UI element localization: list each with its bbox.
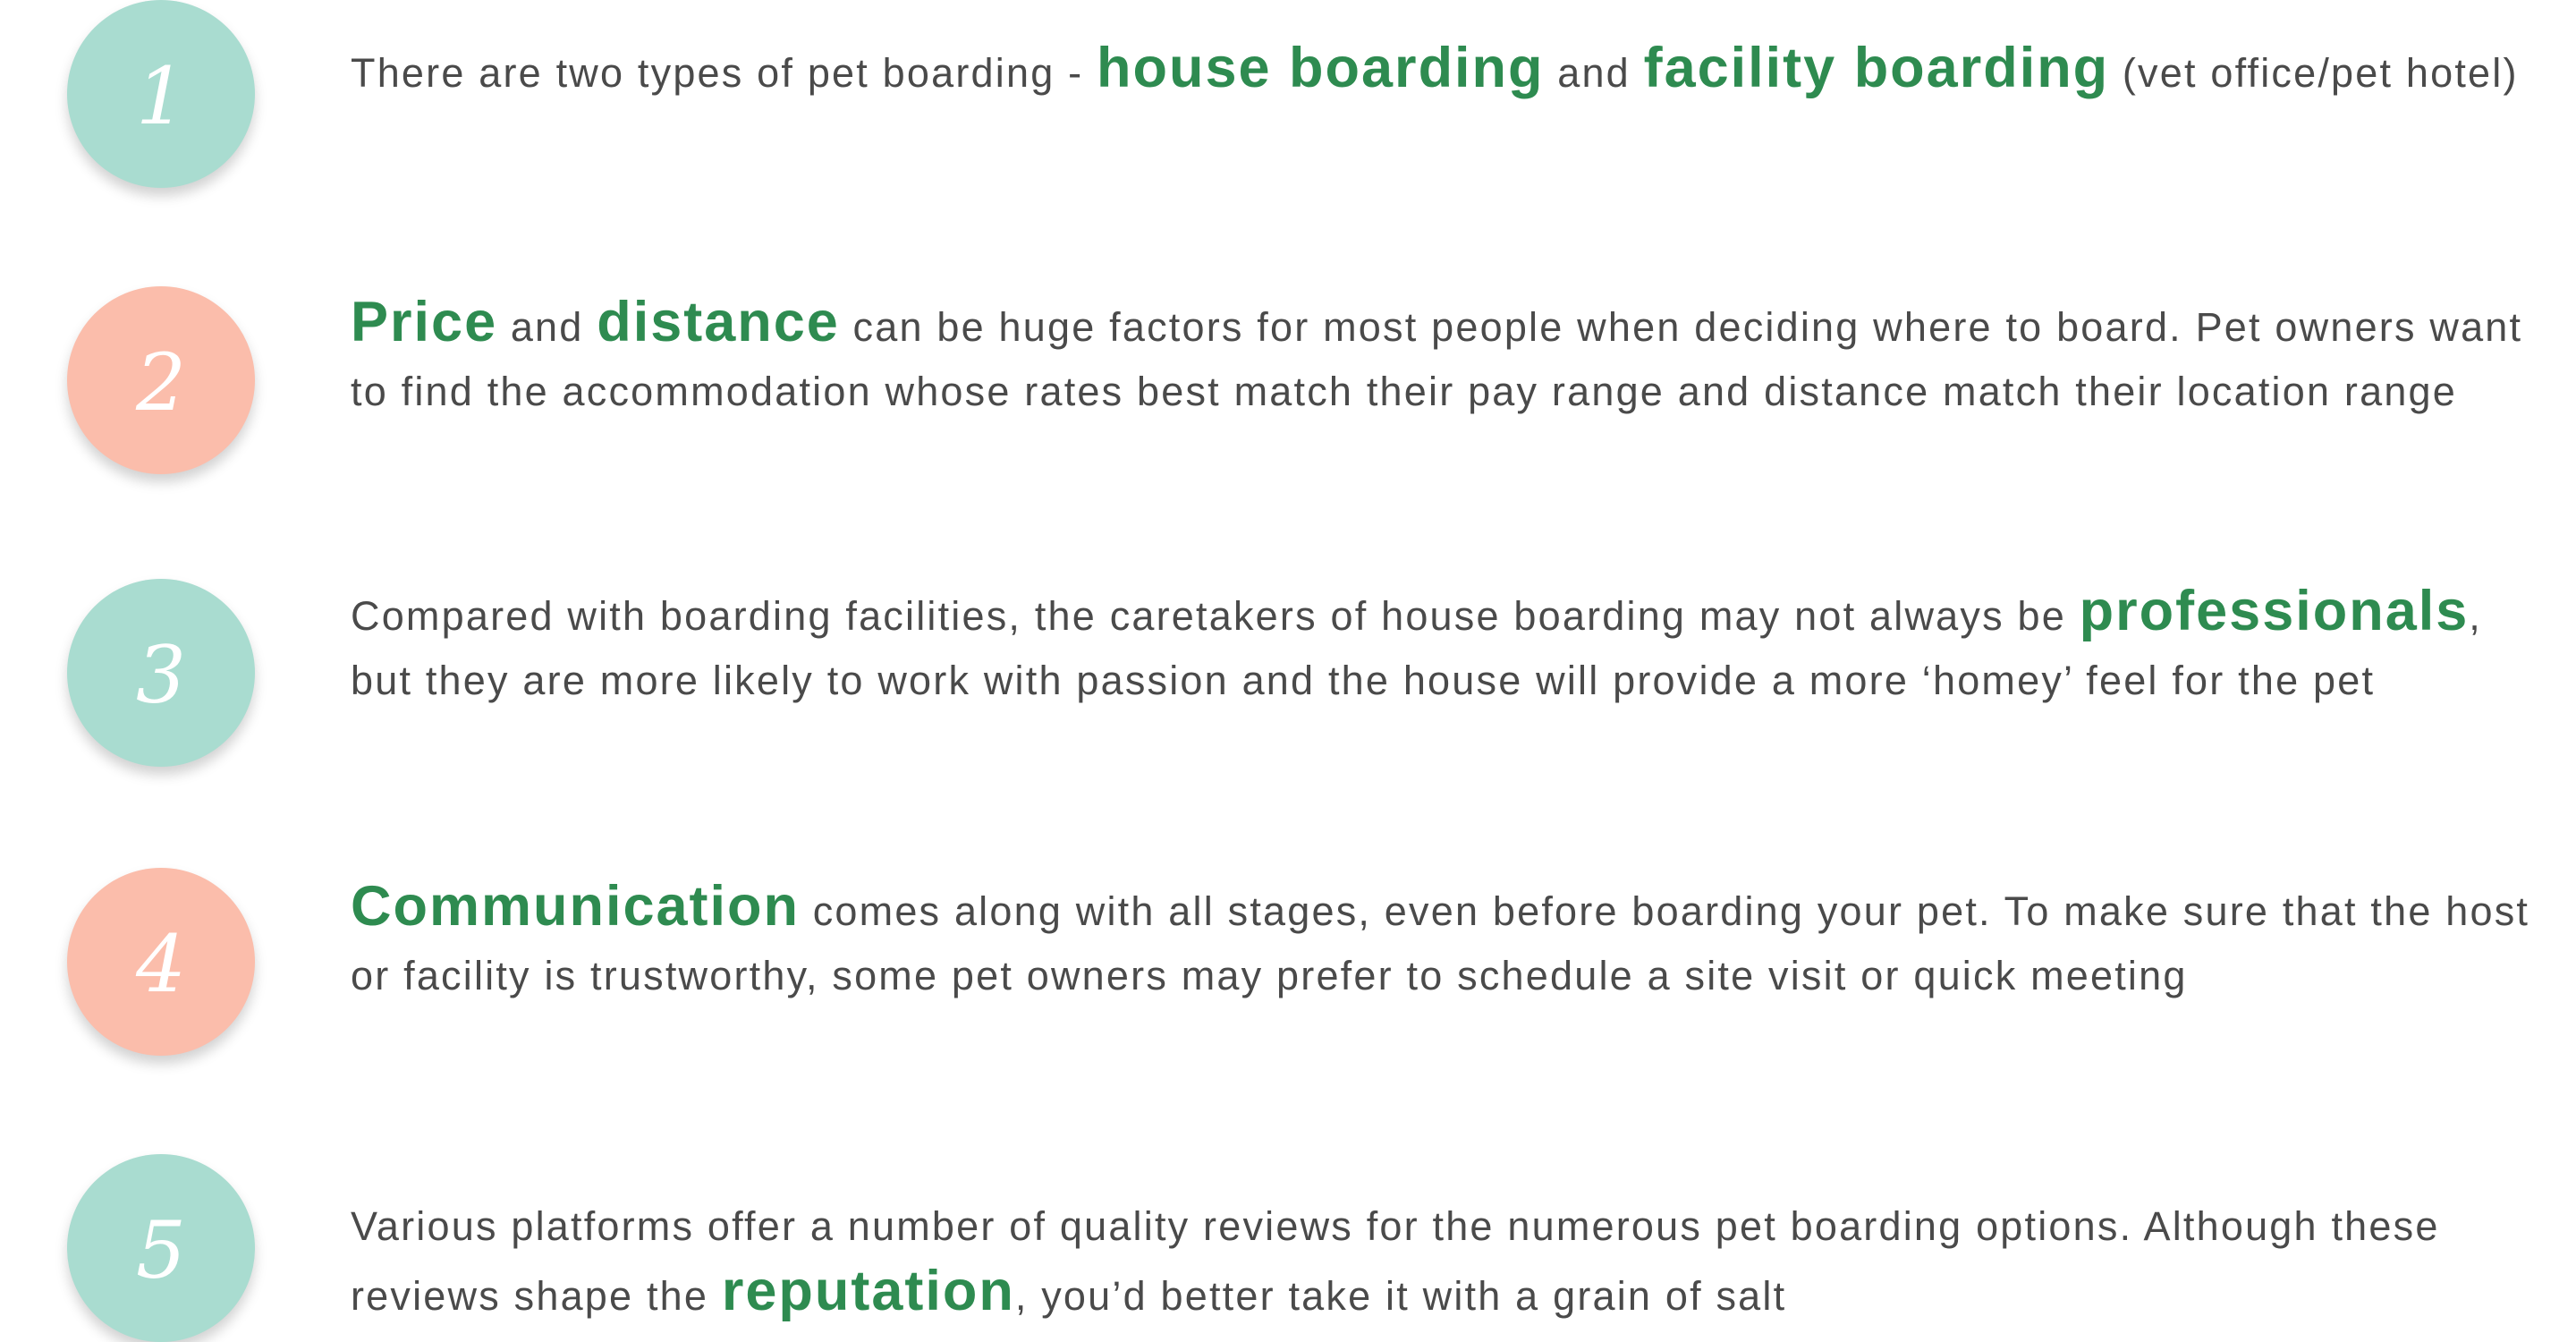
item-number: 3 xyxy=(136,629,186,721)
item-number: 4 xyxy=(136,918,186,1010)
item-text: Communication comes along with all stage… xyxy=(351,874,2551,1008)
number-badge: 2 xyxy=(67,286,255,474)
highlight-text: professionals xyxy=(2079,580,2470,642)
text-segment: and xyxy=(497,304,597,350)
item-text: There are two types of pet boarding - ho… xyxy=(351,36,2551,106)
text-segment: and xyxy=(1544,50,1644,96)
item-number: 1 xyxy=(136,50,186,142)
text-segment: Compared with boarding facilities, the c… xyxy=(351,593,2080,639)
highlight-text: house boarding xyxy=(1097,37,1545,99)
item-text: Compared with boarding facilities, the c… xyxy=(351,579,2551,713)
number-badge: 5 xyxy=(67,1154,255,1342)
item-text: Various platforms offer a number of qual… xyxy=(351,1194,2551,1329)
number-badge: 4 xyxy=(67,868,255,1056)
number-badge: 3 xyxy=(67,579,255,767)
text-segment: (vet office/pet hotel) xyxy=(2109,50,2519,96)
highlight-text: facility boarding xyxy=(1643,37,2110,99)
highlight-text: Communication xyxy=(351,875,801,938)
highlight-text: distance xyxy=(597,291,840,353)
item-number: 5 xyxy=(136,1204,186,1296)
number-badge: 1 xyxy=(67,0,255,188)
highlight-text: reputation xyxy=(721,1260,1015,1322)
item-text: Price and distance can be huge factors f… xyxy=(351,290,2551,424)
text-segment: , you’d better take it with a grain of s… xyxy=(1014,1273,1787,1319)
item-number: 2 xyxy=(136,336,186,429)
text-segment: There are two types of pet boarding - xyxy=(351,50,1097,96)
highlight-text: Price xyxy=(351,291,498,353)
